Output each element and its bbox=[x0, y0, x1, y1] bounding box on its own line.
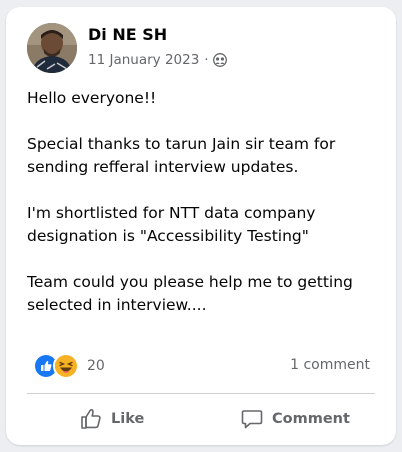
comment-icon bbox=[241, 410, 263, 429]
post-paragraph: I'm shortlisted for NTT data company des… bbox=[27, 204, 316, 245]
post-body: Hello everyone!! Special thanks to tarun… bbox=[27, 87, 382, 317]
like-button[interactable]: Like bbox=[79, 404, 144, 434]
comment-count[interactable]: 1 comment bbox=[290, 357, 370, 373]
post-paragraph: Team could you please help me to getting… bbox=[27, 273, 353, 314]
meta-separator: · bbox=[204, 52, 209, 68]
author-name[interactable]: Di NE SH bbox=[88, 25, 167, 44]
comment-label: Comment bbox=[272, 411, 350, 427]
thumbs-up-icon bbox=[81, 409, 101, 429]
divider bbox=[27, 393, 375, 394]
post-date[interactable]: 11 January 2023 bbox=[88, 52, 199, 68]
post-meta: 11 January 2023 · bbox=[88, 52, 227, 68]
avatar[interactable] bbox=[27, 23, 77, 73]
post-paragraph: Special thanks to tarun Jain sir team fo… bbox=[27, 135, 336, 176]
like-label: Like bbox=[111, 411, 145, 427]
reaction-count: 20 bbox=[87, 358, 105, 374]
comment-button[interactable]: Comment bbox=[240, 404, 350, 434]
post-paragraph: Hello everyone!! bbox=[27, 89, 157, 107]
post-card: Di NE SH 11 January 2023 · Hello everyon… bbox=[6, 7, 396, 445]
friends-icon[interactable] bbox=[212, 53, 227, 67]
reactions-summary[interactable]: 20 bbox=[33, 353, 105, 379]
haha-reaction-icon bbox=[53, 353, 79, 379]
